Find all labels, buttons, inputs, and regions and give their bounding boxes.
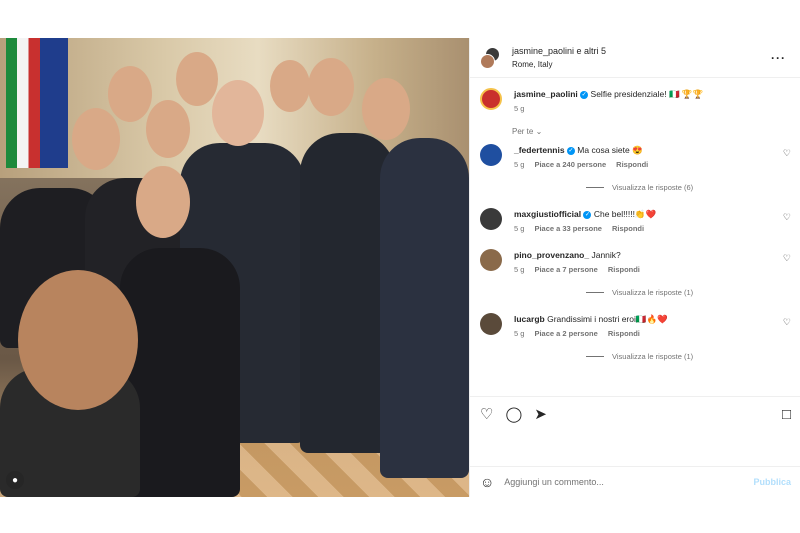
reply-button[interactable]: Rispondi <box>616 160 648 169</box>
view-replies-button[interactable]: Visualizza le risposte (1) <box>514 352 791 361</box>
face <box>108 66 152 122</box>
comment-time: 5 g <box>514 329 525 338</box>
avatar[interactable] <box>480 249 502 271</box>
heart-icon[interactable]: ♡ <box>480 407 493 422</box>
verified-icon: ✓ <box>580 90 589 99</box>
post-modal: ● jasmine_paolini e altri 5 Rome, Italy … <box>0 38 800 497</box>
view-replies-button[interactable]: Visualizza le risposte (6) <box>514 183 791 192</box>
post-header: jasmine_paolini e altri 5 Rome, Italy ··… <box>470 38 800 78</box>
heart-icon[interactable]: ♡ <box>783 253 791 264</box>
comment-input[interactable] <box>504 477 754 487</box>
avatar[interactable] <box>480 208 502 230</box>
comment-composer: ☺ Pubblica <box>470 466 800 497</box>
face <box>18 270 138 410</box>
comment-item: maxgiustiofficial ✓ Che bel!!!!!👏❤️ 5 g Pi… <box>470 208 800 233</box>
comment-username[interactable]: maxgiustiofficial <box>514 209 581 219</box>
more-icon[interactable]: ··· <box>767 51 790 65</box>
comment-item: pino_provenzano_ Jannik? 5 g Piace a 7 per… <box>470 249 800 297</box>
face <box>270 60 310 112</box>
post-location[interactable]: Rome, Italy <box>512 58 767 71</box>
comment-text: Che bel!!!!!👏❤️ <box>593 209 657 219</box>
comment-likes[interactable]: Piace a 33 persone <box>534 224 602 233</box>
comment-likes[interactable]: Piace a 2 persone <box>534 329 597 338</box>
publish-button[interactable]: Pubblica <box>753 477 791 487</box>
face <box>308 58 354 116</box>
reply-button[interactable]: Rispondi <box>612 224 644 233</box>
bookmark-icon[interactable]: □ <box>782 407 791 422</box>
comment-username[interactable]: lucargb <box>514 314 545 324</box>
collab-avatars[interactable] <box>480 46 502 69</box>
comment-item: _federtennis ✓ Ma cosa siete 😍 5 g Piace a… <box>470 144 800 192</box>
face <box>212 80 264 146</box>
face <box>362 78 410 140</box>
face <box>136 166 190 238</box>
caption-username[interactable]: jasmine_paolini <box>514 89 578 99</box>
emoji-icon[interactable]: ☺ <box>480 474 494 490</box>
italian-flag <box>6 38 40 168</box>
face <box>146 100 190 158</box>
comment-time: 5 g <box>514 160 525 169</box>
comment-time: 5 g <box>514 265 525 274</box>
caption-text: Selfie presidenziale! 🇮🇹 🏆🏆 <box>590 89 704 99</box>
caption-time: 5 g <box>514 104 525 113</box>
comment-username[interactable]: _federtennis <box>514 145 565 155</box>
comment-time: 5 g <box>514 224 525 233</box>
reply-button[interactable]: Rispondi <box>608 265 640 274</box>
heart-icon[interactable]: ♡ <box>783 317 791 328</box>
comment-icon[interactable]: ◯ <box>505 407 522 422</box>
comment-text: Ma cosa siete 😍 <box>577 145 643 155</box>
caption: jasmine_paolini ✓ Selfie presidenziale! … <box>470 88 800 113</box>
send-icon[interactable]: ➤ <box>534 407 547 422</box>
face <box>72 108 120 170</box>
heart-icon[interactable]: ♡ <box>783 148 791 159</box>
view-replies-button[interactable]: Visualizza le risposte (1) <box>514 288 791 297</box>
comments-list[interactable]: jasmine_paolini ✓ Selfie presidenziale! … <box>470 78 800 396</box>
comment-likes[interactable]: Piace a 7 persone <box>534 265 597 274</box>
comment-text: Jannik? <box>591 250 621 260</box>
avatar[interactable] <box>480 313 502 335</box>
reply-button[interactable]: Rispondi <box>608 329 640 338</box>
face <box>176 52 218 106</box>
comment-username[interactable]: pino_provenzano_ <box>514 250 589 260</box>
heart-icon[interactable]: ♡ <box>783 212 791 223</box>
verified-icon: ✓ <box>583 210 592 219</box>
person-silhouette <box>380 138 469 478</box>
for-you-filter[interactable]: Per te ⌄ <box>470 127 800 136</box>
post-side-panel: jasmine_paolini e altri 5 Rome, Italy ··… <box>469 38 800 497</box>
tagged-users-icon[interactable]: ● <box>6 471 24 489</box>
eu-flag <box>40 38 68 168</box>
avatar[interactable] <box>480 144 502 166</box>
verified-icon: ✓ <box>566 146 575 155</box>
comment-text: Grandissimi i nostri eroi🇮🇹🔥❤️ <box>547 314 668 324</box>
comment-item: lucargb Grandissimi i nostri eroi🇮🇹🔥❤️ 5 … <box>470 313 800 361</box>
post-photo[interactable]: ● <box>0 38 469 497</box>
avatar[interactable] <box>480 88 502 110</box>
comment-likes[interactable]: Piace a 240 persone <box>534 160 606 169</box>
post-actions: ♡ ◯ ➤ □ <box>470 396 800 432</box>
post-author[interactable]: jasmine_paolini e altri 5 <box>512 45 767 58</box>
